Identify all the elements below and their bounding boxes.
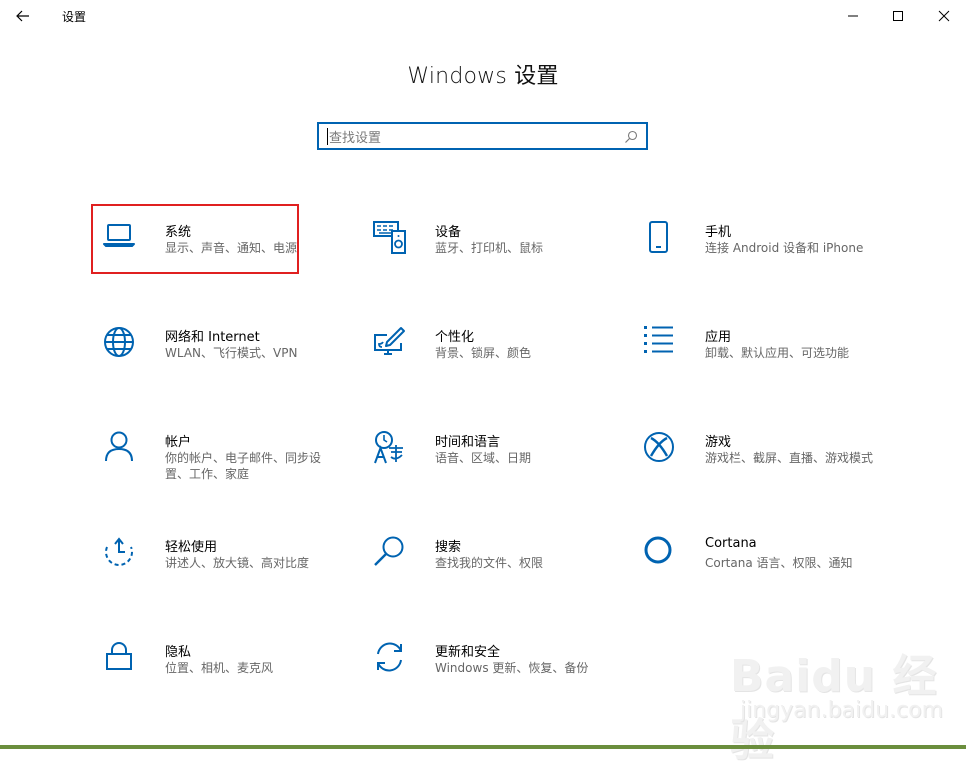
search-icon[interactable] [624, 130, 638, 144]
tile-desc: 位置、相机、麦克风 [165, 661, 274, 675]
tile-apps[interactable]: 应用 卸载、默认应用、可选功能 [643, 326, 883, 406]
tile-desc: Windows 更新、恢复、备份 [435, 661, 589, 675]
app-title: 设置 [62, 10, 87, 24]
close-icon [938, 10, 950, 22]
text-caret [327, 128, 328, 145]
back-arrow-icon [16, 10, 29, 22]
tile-ease-of-access[interactable]: 轻松使用 讲述人、放大镜、高对比度 [103, 536, 343, 616]
maximize-button[interactable] [884, 4, 912, 28]
tile-name: 应用 [705, 330, 732, 345]
tile-personalization[interactable]: 个性化 背景、锁屏、颜色 [373, 326, 613, 406]
person-icon [105, 431, 133, 462]
tile-name: 隐私 [165, 645, 192, 660]
tile-privacy[interactable]: 隐私 位置、相机、麦克风 [103, 641, 343, 721]
tile-update-security[interactable]: 更新和安全 Windows 更新、恢复、备份 [373, 641, 613, 721]
close-button[interactable] [930, 4, 958, 28]
watermark-sub: jingyan.baidu.com [740, 698, 944, 723]
tile-desc: 查找我的文件、权限 [435, 556, 544, 570]
tile-time-language[interactable]: 时间和语言 语音、区域、日期 [373, 431, 613, 511]
time-language-icon [374, 431, 403, 464]
tile-desc: 你的帐户、电子邮件、同步设置、工作、家庭 [165, 451, 322, 481]
search-icon [374, 536, 404, 566]
tile-desc: 蓝牙、打印机、鼠标 [435, 241, 544, 255]
tile-devices[interactable]: 设备 蓝牙、打印机、鼠标 [373, 221, 613, 301]
lock-icon [106, 642, 132, 670]
search-input[interactable] [327, 128, 621, 148]
tile-name: Cortana [705, 536, 757, 551]
tile-gaming[interactable]: 游戏 游戏栏、截屏、直播、游戏模式 [643, 431, 883, 511]
tile-name: 帐户 [165, 435, 192, 450]
tile-cortana[interactable]: Cortana Cortana 语言、权限、通知 [643, 536, 883, 616]
tile-name: 时间和语言 [435, 435, 501, 450]
update-icon [377, 642, 402, 672]
globe-icon [104, 327, 134, 357]
devices-icon [373, 221, 406, 254]
tile-desc: 连接 Android 设备和 iPhone [705, 241, 864, 255]
tile-name: 更新和安全 [435, 645, 501, 660]
tile-name: 网络和 Internet [165, 330, 260, 345]
personalization-icon [374, 327, 405, 355]
tile-desc: Cortana 语言、权限、通知 [705, 556, 853, 570]
tile-phone[interactable]: 手机 连接 Android 设备和 iPhone [643, 221, 883, 301]
tile-name: 设备 [435, 225, 462, 240]
baidu-watermark: Baidu 经验 jingyan.baidu.com [730, 640, 960, 766]
back-button[interactable] [12, 6, 36, 26]
tile-accounts[interactable]: 帐户 你的帐户、电子邮件、同步设置、工作、家庭 [103, 431, 343, 511]
minimize-button[interactable] [839, 4, 867, 28]
tile-name: 轻松使用 [165, 540, 218, 555]
tile-desc: 语音、区域、日期 [435, 451, 532, 465]
ease-of-access-icon [105, 537, 133, 567]
tile-search[interactable]: 搜索 查找我的文件、权限 [373, 536, 613, 616]
tile-name: 搜索 [435, 540, 462, 555]
page-title: Windows 设置 [407, 64, 559, 89]
tile-desc: 游戏栏、截屏、直播、游戏模式 [705, 451, 874, 465]
tile-network[interactable]: 网络和 Internet WLAN、飞行模式、VPN [103, 326, 343, 406]
apps-list-icon [644, 326, 673, 353]
highlight-box [91, 204, 299, 274]
xbox-icon [644, 432, 674, 462]
phone-icon [649, 221, 668, 253]
tile-desc: WLAN、飞行模式、VPN [165, 346, 298, 360]
maximize-icon [893, 11, 903, 21]
tile-name: 手机 [705, 225, 732, 240]
tile-desc: 背景、锁屏、颜色 [435, 346, 532, 360]
tile-name: 个性化 [435, 330, 475, 345]
minimize-icon [848, 15, 858, 17]
cortana-icon [644, 536, 672, 564]
tile-desc: 讲述人、放大镜、高对比度 [165, 556, 310, 570]
title-bar: 设置 [0, 0, 966, 32]
search-box[interactable] [317, 122, 648, 150]
tile-name: 游戏 [705, 435, 732, 450]
tile-desc: 卸载、默认应用、可选功能 [705, 346, 850, 360]
bottom-strip [0, 745, 966, 749]
